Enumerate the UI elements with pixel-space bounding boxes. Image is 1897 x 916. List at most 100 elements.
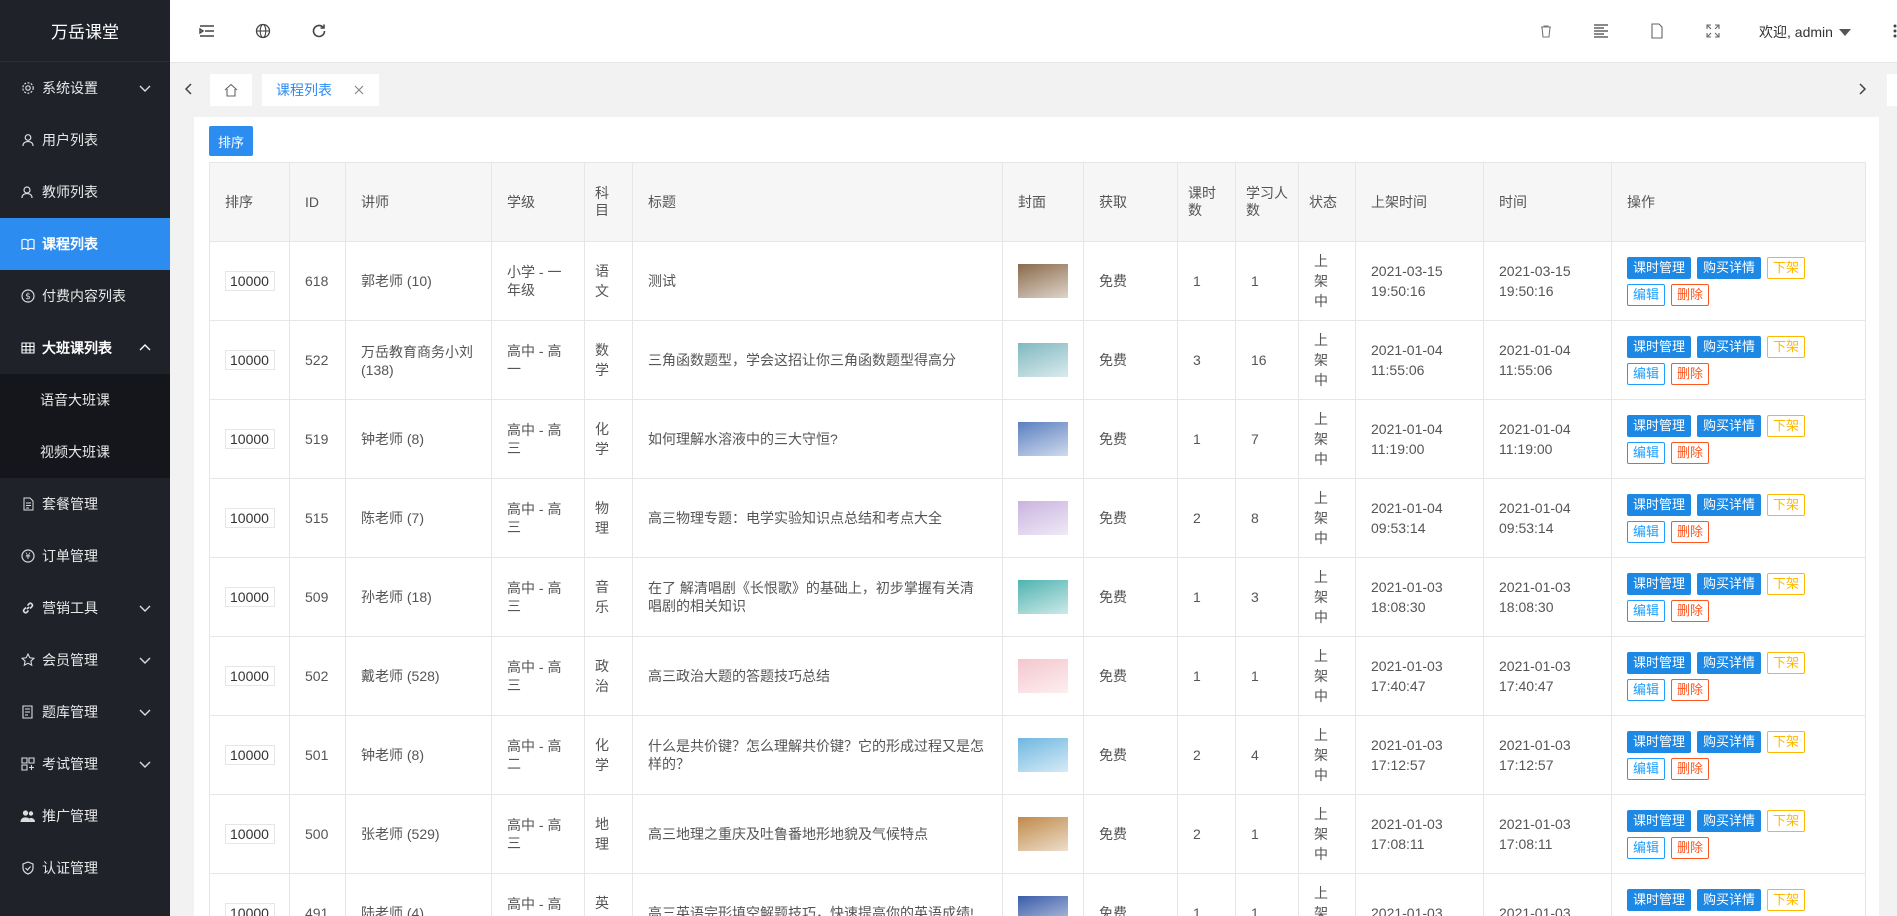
purchase-details-button[interactable]: 购买详情	[1697, 572, 1762, 595]
lessons-cell: 3	[1177, 320, 1236, 400]
purchase-details-button[interactable]: 购买详情	[1697, 493, 1762, 516]
edit-button[interactable]: 编辑	[1627, 441, 1666, 464]
cover-thumbnail[interactable]	[1018, 659, 1068, 693]
sort-input[interactable]	[225, 824, 275, 844]
take-offline-button[interactable]: 下架	[1767, 730, 1806, 753]
take-offline-button[interactable]: 下架	[1767, 493, 1806, 516]
globe-icon[interactable]	[254, 22, 272, 40]
sidebar-item-5[interactable]: 大班课列表	[0, 322, 170, 374]
sort-input[interactable]	[225, 271, 275, 291]
sidebar-item-7[interactable]: ¥ 订单管理	[0, 530, 170, 582]
delete-button[interactable]: 删除	[1671, 757, 1710, 780]
cover-thumbnail[interactable]	[1018, 501, 1068, 535]
trash-icon[interactable]	[1537, 22, 1555, 40]
delete-button[interactable]: 删除	[1671, 283, 1710, 306]
user-menu[interactable]: 欢迎, admin	[1759, 22, 1851, 42]
sort-input[interactable]	[225, 429, 275, 449]
purchase-details-button[interactable]: 购买详情	[1697, 730, 1762, 753]
purchase-details-button[interactable]: 购买详情	[1697, 888, 1762, 911]
purchase-details-button[interactable]: 购买详情	[1697, 651, 1762, 674]
lesson-management-button[interactable]: 课时管理	[1627, 651, 1692, 674]
menu-collapse-icon[interactable]	[198, 22, 216, 40]
brand-logo[interactable]: 万岳课堂	[0, 0, 170, 62]
take-offline-button[interactable]: 下架	[1767, 414, 1806, 437]
sidebar-item-6[interactable]: 套餐管理	[0, 478, 170, 530]
sidebar-item-1[interactable]: 用户列表	[0, 114, 170, 166]
column-header: 学级	[491, 162, 585, 242]
cover-thumbnail[interactable]	[1018, 896, 1068, 916]
tab-bar: 课程列表	[170, 63, 1897, 117]
refresh-icon[interactable]	[310, 22, 328, 40]
note-icon[interactable]	[1648, 22, 1666, 40]
delete-button[interactable]: 删除	[1671, 520, 1710, 543]
purchase-details-button[interactable]: 购买详情	[1697, 256, 1762, 279]
sidebar-item-label: 教师列表	[42, 184, 98, 200]
purchase-details-button[interactable]: 购买详情	[1697, 335, 1762, 358]
sidebar-item-4[interactable]: $ 付费内容列表	[0, 270, 170, 322]
lesson-management-button[interactable]: 课时管理	[1627, 572, 1692, 595]
fullscreen-icon[interactable]	[1704, 22, 1722, 40]
sidebar-item-2[interactable]: 教师列表	[0, 166, 170, 218]
actions-row: 编辑 删除	[1627, 836, 1850, 859]
lesson-management-button[interactable]: 课时管理	[1627, 493, 1692, 516]
cover-thumbnail[interactable]	[1018, 738, 1068, 772]
tab-scroll-left-icon[interactable]	[180, 80, 198, 98]
delete-button[interactable]: 删除	[1671, 678, 1710, 701]
cover-thumbnail[interactable]	[1018, 580, 1068, 614]
lesson-management-button[interactable]: 课时管理	[1627, 730, 1692, 753]
edit-button[interactable]: 编辑	[1627, 836, 1666, 859]
delete-button[interactable]: 删除	[1671, 441, 1710, 464]
delete-button[interactable]: 删除	[1671, 836, 1710, 859]
edit-button[interactable]: 编辑	[1627, 520, 1666, 543]
sidebar-subitem-1[interactable]: 视频大班课	[0, 426, 170, 478]
edit-button[interactable]: 编辑	[1627, 757, 1666, 780]
tab-course-list[interactable]: 课程列表	[262, 74, 379, 106]
cover-thumbnail[interactable]	[1018, 343, 1068, 377]
tab-scroll-right-icon[interactable]	[1853, 80, 1871, 98]
lesson-management-button[interactable]: 课时管理	[1627, 888, 1692, 911]
sort-input[interactable]	[225, 903, 275, 916]
sidebar-item-13[interactable]: 认证管理	[0, 842, 170, 894]
purchase-details-button[interactable]: 购买详情	[1697, 809, 1762, 832]
edit-button[interactable]: 编辑	[1627, 599, 1666, 622]
sort-input[interactable]	[225, 508, 275, 528]
purchase-details-button[interactable]: 购买详情	[1697, 414, 1762, 437]
take-offline-button[interactable]: 下架	[1767, 335, 1806, 358]
sidebar-item-8[interactable]: 营销工具	[0, 582, 170, 634]
sidebar-item-11[interactable]: 考试管理	[0, 738, 170, 790]
lesson-management-button[interactable]: 课时管理	[1627, 809, 1692, 832]
sort-input[interactable]	[225, 350, 275, 370]
lesson-management-button[interactable]: 课时管理	[1627, 335, 1692, 358]
cover-thumbnail[interactable]	[1018, 264, 1068, 298]
close-icon[interactable]	[353, 84, 365, 96]
edit-button[interactable]: 编辑	[1627, 678, 1666, 701]
lesson-management-button[interactable]: 课时管理	[1627, 414, 1692, 437]
sidebar-item-9[interactable]: 会员管理	[0, 634, 170, 686]
home-tab[interactable]	[210, 74, 252, 106]
sidebar-item-10[interactable]: 题库管理	[0, 686, 170, 738]
sort-input[interactable]	[225, 587, 275, 607]
sidebar-item-12[interactable]: 推广管理	[0, 790, 170, 842]
document-icon	[20, 496, 36, 512]
cover-thumbnail[interactable]	[1018, 422, 1068, 456]
delete-button[interactable]: 删除	[1671, 362, 1710, 385]
sidebar-item-0[interactable]: 系统设置	[0, 62, 170, 114]
cover-thumbnail[interactable]	[1018, 817, 1068, 851]
take-offline-button[interactable]: 下架	[1767, 256, 1806, 279]
sort-input[interactable]	[225, 745, 275, 765]
sidebar-item-label: 会员管理	[42, 652, 98, 668]
take-offline-button[interactable]: 下架	[1767, 888, 1806, 911]
take-offline-button[interactable]: 下架	[1767, 651, 1806, 674]
align-left-icon[interactable]	[1592, 22, 1610, 40]
sidebar-subitem-0[interactable]: 语音大班课	[0, 374, 170, 426]
sort-button[interactable]: 排序	[209, 126, 253, 156]
edit-button[interactable]: 编辑	[1627, 283, 1666, 306]
edit-button[interactable]: 编辑	[1627, 362, 1666, 385]
lesson-management-button[interactable]: 课时管理	[1627, 256, 1692, 279]
take-offline-button[interactable]: 下架	[1767, 572, 1806, 595]
delete-button[interactable]: 删除	[1671, 599, 1710, 622]
take-offline-button[interactable]: 下架	[1767, 809, 1806, 832]
sort-input[interactable]	[225, 666, 275, 686]
sidebar-item-3[interactable]: 课程列表	[0, 218, 170, 270]
more-vertical-icon[interactable]	[1886, 22, 1897, 40]
